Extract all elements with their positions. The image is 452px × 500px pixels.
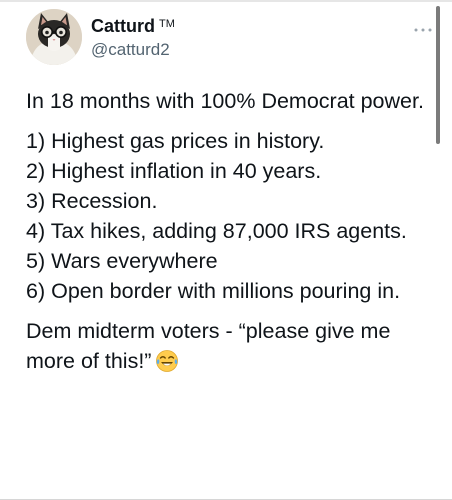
more-options-button[interactable]: [410, 23, 436, 37]
scrollbar[interactable]: [436, 6, 440, 144]
user-handle[interactable]: @catturd2: [91, 39, 175, 61]
tweet-list: 1) Highest gas prices in history. 2) Hig…: [26, 126, 426, 306]
list-item: 6) Open border with millions pouring in.: [26, 279, 401, 303]
top-divider: [0, 0, 452, 2]
list-item: 1) Highest gas prices in history.: [26, 129, 325, 153]
tweet-header: Catturd TM @catturd2: [26, 9, 432, 69]
tweet-body: In 18 months with 100% Democrat power. 1…: [26, 86, 426, 381]
list-item: 2) Highest inflation in 40 years.: [26, 159, 322, 183]
tweet-closing-paragraph: Dem midterm voters - “please give me mor…: [26, 316, 426, 381]
tweet-intro: In 18 months with 100% Democrat power.: [26, 89, 424, 113]
tweet-screenshot: Catturd TM @catturd2 In 18 months with 1…: [0, 0, 452, 500]
display-name[interactable]: Catturd: [91, 15, 155, 37]
tweet-closing: Dem midterm voters - “please give me mor…: [26, 319, 391, 373]
display-name-row[interactable]: Catturd TM: [91, 15, 175, 37]
laughing-crying-emoji-icon: [155, 349, 179, 381]
list-item: 3) Recession.: [26, 189, 158, 213]
more-options-icon: [414, 28, 432, 32]
avatar[interactable]: [26, 9, 82, 65]
cat-with-glasses-avatar-icon: [26, 9, 82, 65]
list-item: 5) Wars everywhere: [26, 249, 218, 273]
trademark-symbol: TM: [159, 18, 175, 30]
author-names: Catturd TM @catturd2: [91, 15, 175, 61]
list-item: 4) Tax hikes, adding 87,000 IRS agents.: [26, 219, 407, 243]
